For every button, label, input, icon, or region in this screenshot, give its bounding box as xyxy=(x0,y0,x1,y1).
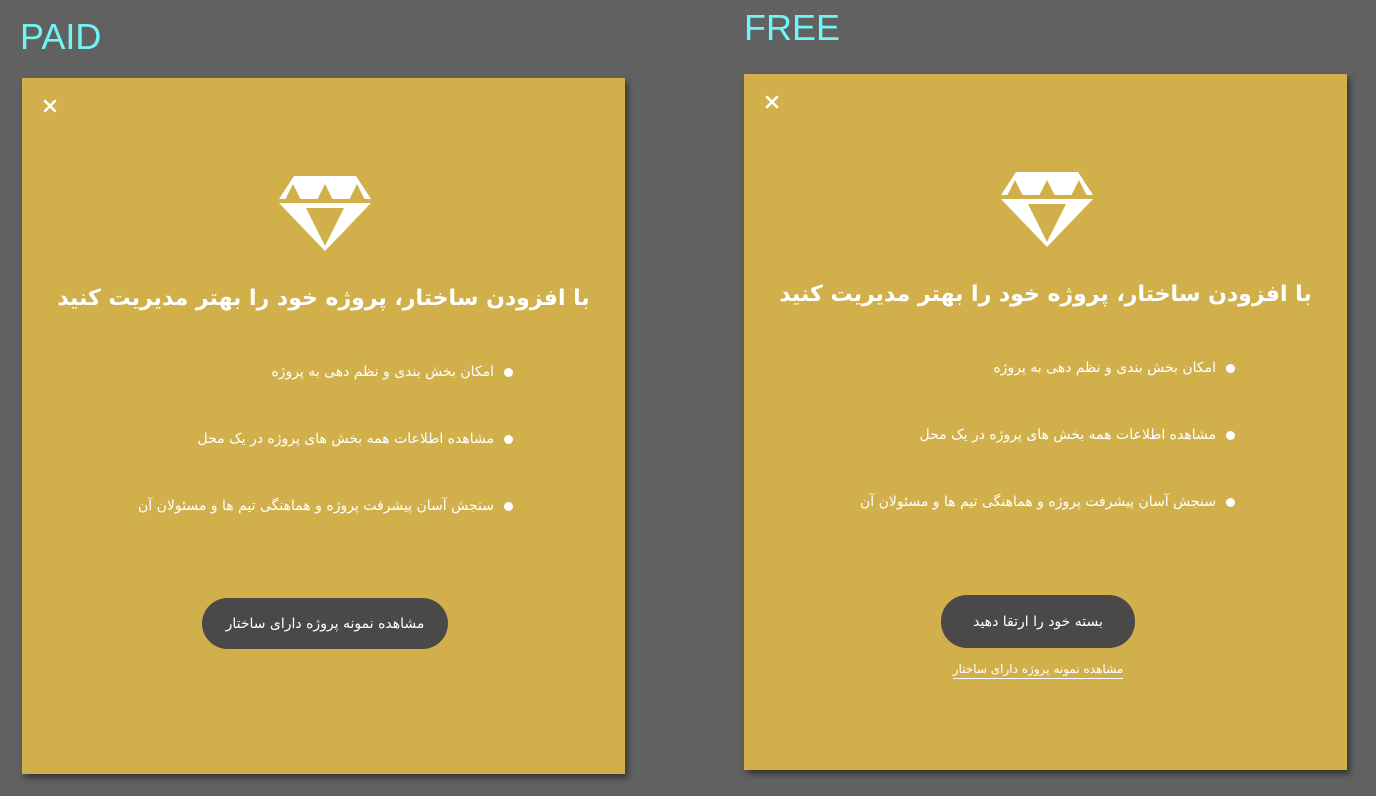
diamond-icon xyxy=(279,176,371,251)
paid-variant-label: PAID xyxy=(20,16,102,57)
bullet-icon xyxy=(1226,498,1235,507)
upgrade-package-button[interactable]: بسته خود را ارتقا دهید xyxy=(941,595,1135,648)
feature-item: امکان بخش بندی و نظم دهی به پروژه xyxy=(860,358,1235,425)
view-sample-project-link-row: مشاهده نمونه پروژه دارای ساختار xyxy=(744,662,1332,679)
bullet-icon xyxy=(504,502,513,511)
feature-text: مشاهده اطلاعات همه بخش های پروژه در یک م… xyxy=(919,427,1216,443)
free-upgrade-dialog: با افزودن ساختار، پروژه خود را بهتر مدیر… xyxy=(744,74,1347,770)
feature-list: امکان بخش بندی و نظم دهی به پروژه مشاهده… xyxy=(860,358,1235,559)
close-icon[interactable] xyxy=(42,98,58,114)
bullet-icon xyxy=(1226,364,1235,373)
view-sample-project-button[interactable]: مشاهده نمونه پروژه دارای ساختار xyxy=(202,598,448,649)
view-sample-project-link[interactable]: مشاهده نمونه پروژه دارای ساختار xyxy=(952,662,1124,679)
feature-list: امکان بخش بندی و نظم دهی به پروژه مشاهده… xyxy=(138,362,513,563)
feature-text: سنجش آسان پیشرفت پروژه و هماهنگی تیم ها … xyxy=(859,494,1216,510)
feature-item: سنجش آسان پیشرفت پروژه و هماهنگی تیم ها … xyxy=(860,492,1235,559)
bullet-icon xyxy=(1226,431,1235,440)
diamond-icon xyxy=(1001,172,1093,247)
dialog-title: با افزودن ساختار، پروژه خود را بهتر مدیر… xyxy=(779,282,1312,307)
feature-text: سنجش آسان پیشرفت پروژه و هماهنگی تیم ها … xyxy=(137,498,494,514)
feature-text: امکان بخش بندی و نظم دهی به پروژه xyxy=(993,360,1216,376)
feature-item: مشاهده اطلاعات همه بخش های پروژه در یک م… xyxy=(860,425,1235,492)
bullet-icon xyxy=(504,368,513,377)
feature-item: امکان بخش بندی و نظم دهی به پروژه xyxy=(138,362,513,429)
free-variant-label: FREE xyxy=(744,7,841,48)
feature-text: مشاهده اطلاعات همه بخش های پروژه در یک م… xyxy=(197,431,494,447)
close-icon[interactable] xyxy=(764,94,780,110)
bullet-icon xyxy=(504,435,513,444)
dialog-title: با افزودن ساختار، پروژه خود را بهتر مدیر… xyxy=(57,286,590,311)
feature-item: سنجش آسان پیشرفت پروژه و هماهنگی تیم ها … xyxy=(138,496,513,563)
feature-item: مشاهده اطلاعات همه بخش های پروژه در یک م… xyxy=(138,429,513,496)
paid-upgrade-dialog: با افزودن ساختار، پروژه خود را بهتر مدیر… xyxy=(22,78,625,774)
feature-text: امکان بخش بندی و نظم دهی به پروژه xyxy=(271,364,494,380)
